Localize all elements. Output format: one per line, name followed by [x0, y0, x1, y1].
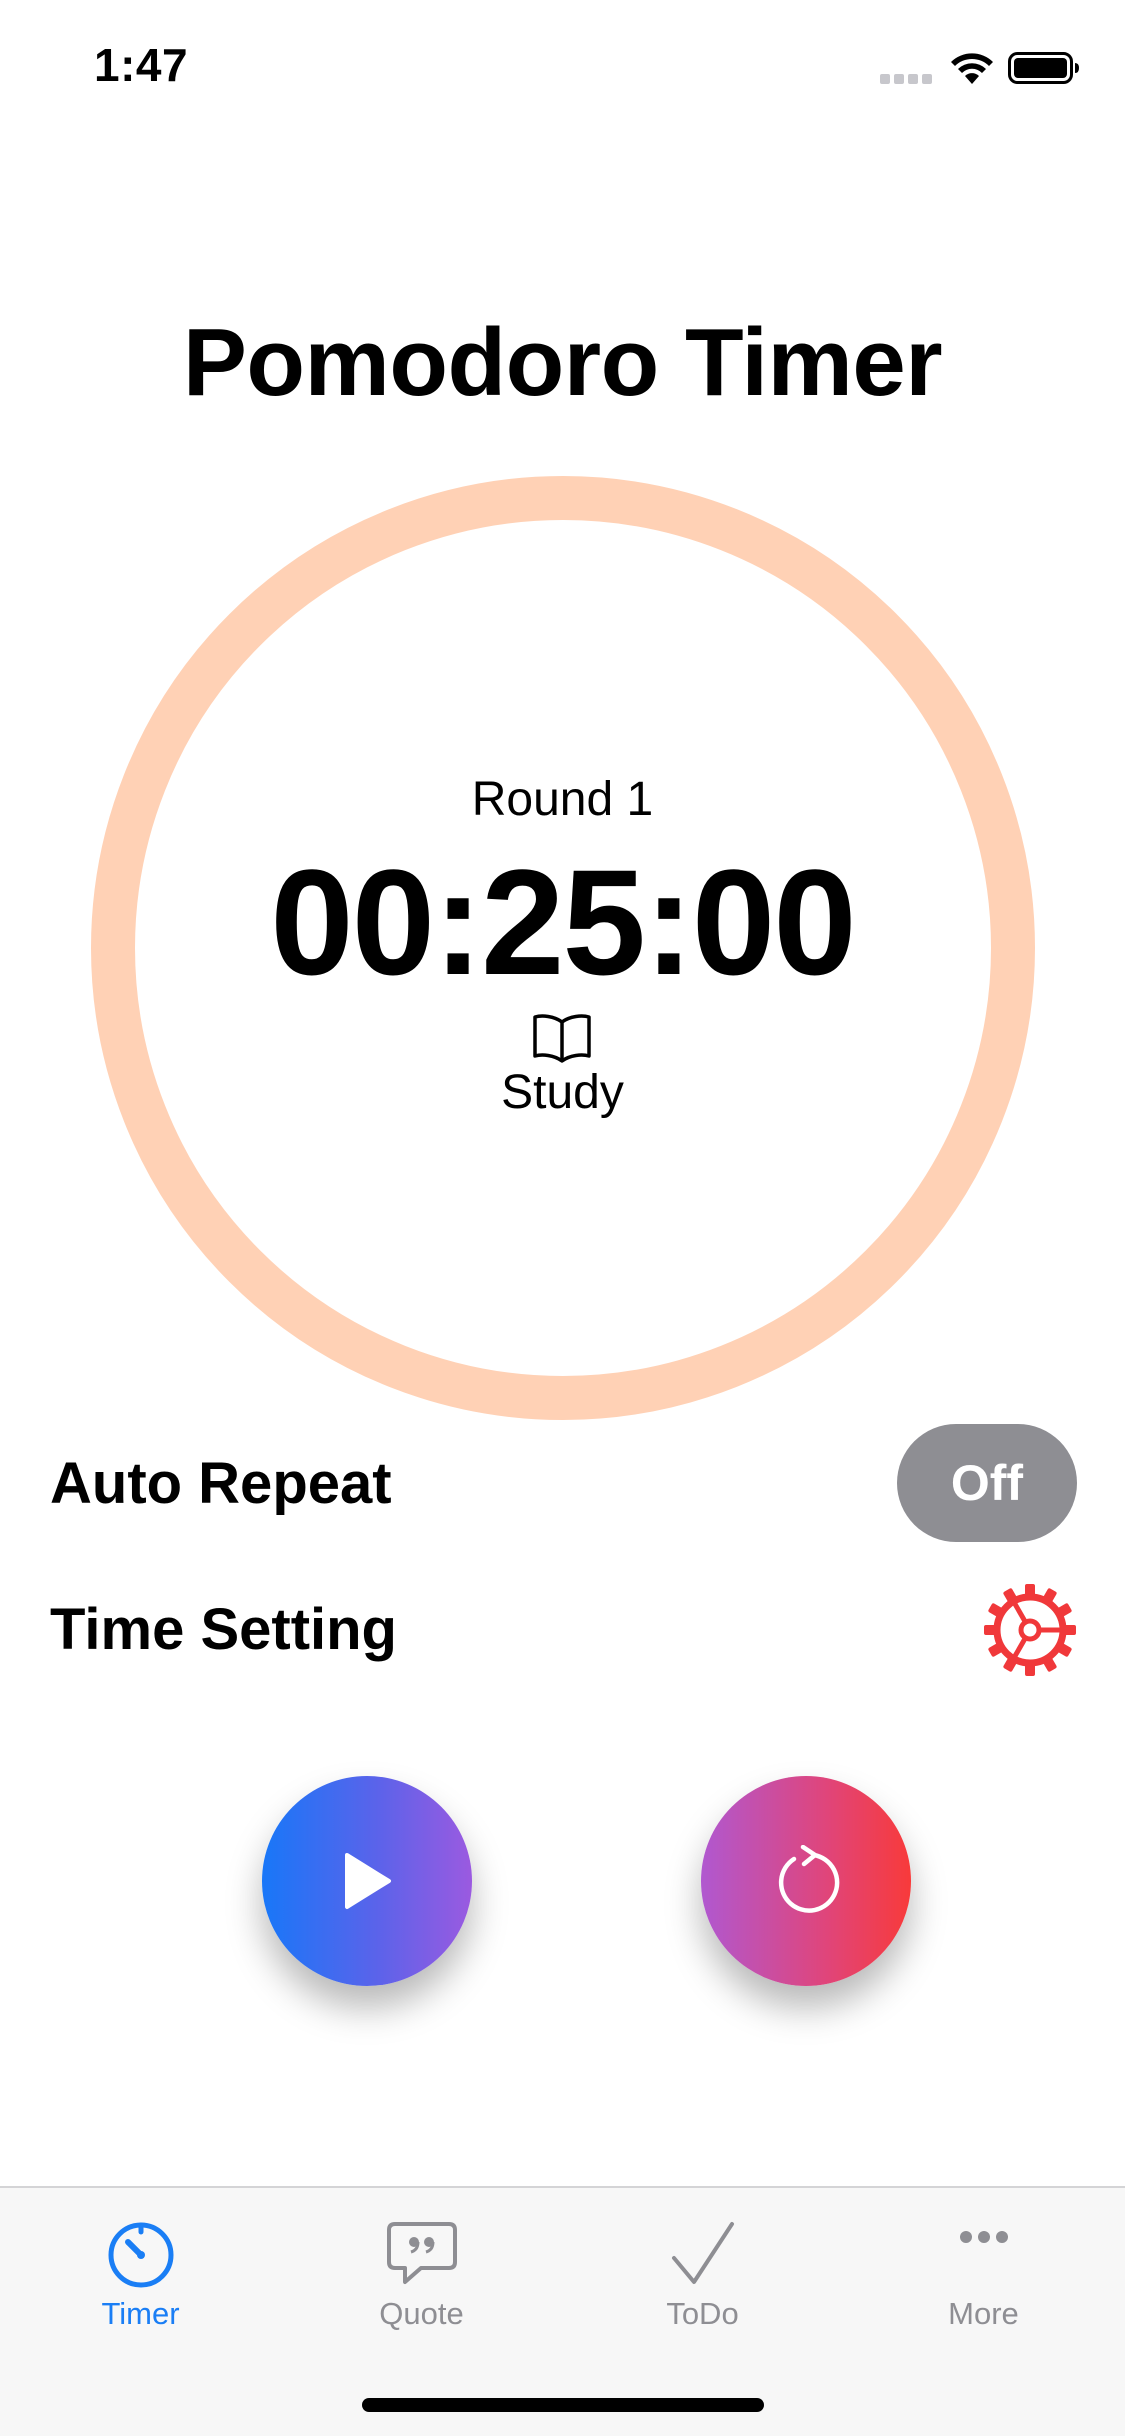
- time-setting-label: Time Setting: [50, 1597, 397, 1662]
- auto-repeat-toggle[interactable]: Off: [897, 1424, 1077, 1542]
- tab-todo[interactable]: ToDo: [562, 2188, 843, 2358]
- play-icon: [345, 1853, 391, 1909]
- tab-timer[interactable]: Timer: [0, 2188, 281, 2358]
- reset-icon: [778, 1845, 840, 1913]
- cellular-signal-icon: [880, 74, 934, 84]
- page-title: Pomodoro Timer: [182, 309, 943, 416]
- timer-display: 00:25:00: [270, 838, 856, 1006]
- mode-label: Study: [501, 1066, 624, 1119]
- tab-label-todo: ToDo: [666, 2296, 739, 2331]
- tab-quote[interactable]: Quote: [281, 2188, 562, 2358]
- tab-label-timer: Timer: [101, 2296, 180, 2331]
- status-time: 1:47: [94, 39, 189, 91]
- book-icon: [533, 1014, 591, 1063]
- home-indicator[interactable]: [362, 2398, 764, 2412]
- stopwatch-icon: [108, 2222, 174, 2288]
- auto-repeat-label: Auto Repeat: [50, 1451, 392, 1516]
- gear-icon[interactable]: [982, 1582, 1078, 1678]
- tab-more[interactable]: More: [843, 2188, 1124, 2358]
- checkmark-icon: [672, 2222, 734, 2284]
- tab-label-more: More: [948, 2296, 1019, 2331]
- app-screen: 1:47 Pomodoro Timer Round 1 00:25:00 Stu…: [0, 0, 1125, 2436]
- reset-button[interactable]: [701, 1776, 911, 1986]
- wifi-icon: [951, 53, 993, 84]
- battery-icon: [1008, 52, 1079, 84]
- play-button[interactable]: [262, 1776, 472, 1986]
- quote-bubble-icon: [387, 2222, 457, 2284]
- round-label: Round 1: [471, 773, 654, 826]
- more-icon: [960, 2231, 1008, 2243]
- tab-label-quote: Quote: [379, 2296, 464, 2331]
